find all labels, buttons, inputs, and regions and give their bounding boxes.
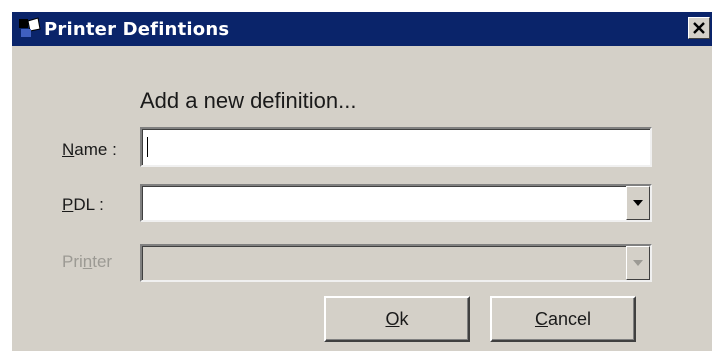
cancel-button[interactable]: Cancel [490,296,636,342]
chevron-down-icon [633,260,643,266]
close-icon [693,22,705,34]
pdl-label-text: DL : [73,195,104,214]
chevron-down-icon [633,200,643,206]
printer-select [140,244,652,282]
text-caret [147,137,148,157]
window-title: Printer Defintions [44,18,230,40]
cancel-label: ancel [547,308,592,329]
pdl-label-mnemonic: P [62,195,74,214]
ok-mnemonic: O [385,308,400,329]
pdl-dropdown-button[interactable] [626,186,650,220]
name-label: Name : [62,140,117,160]
printer-label-mnemonic: n [82,252,93,271]
close-button[interactable] [688,17,710,39]
pdl-label: PDL : [62,195,104,215]
name-label-mnemonic: N [62,140,75,159]
printer-label: Printer [62,252,112,272]
printer-label-text: ter [92,252,113,271]
printer-dropdown-button [626,246,650,280]
form-heading: Add a new definition... [140,88,357,113]
name-label-text: ame : [74,140,117,159]
name-field[interactable] [140,127,652,167]
printer-label-pre: Pri [62,252,83,271]
pdl-select[interactable] [140,184,652,222]
ok-label: k [399,308,409,329]
printer-definitions-dialog: Printer Defintions Add a new definition.… [10,10,712,351]
ok-button[interactable]: Ok [324,296,470,342]
name-input[interactable] [142,129,650,165]
title-bar[interactable]: Printer Defintions [12,12,712,46]
printer-app-icon [18,17,42,41]
cancel-mnemonic: C [534,308,548,329]
